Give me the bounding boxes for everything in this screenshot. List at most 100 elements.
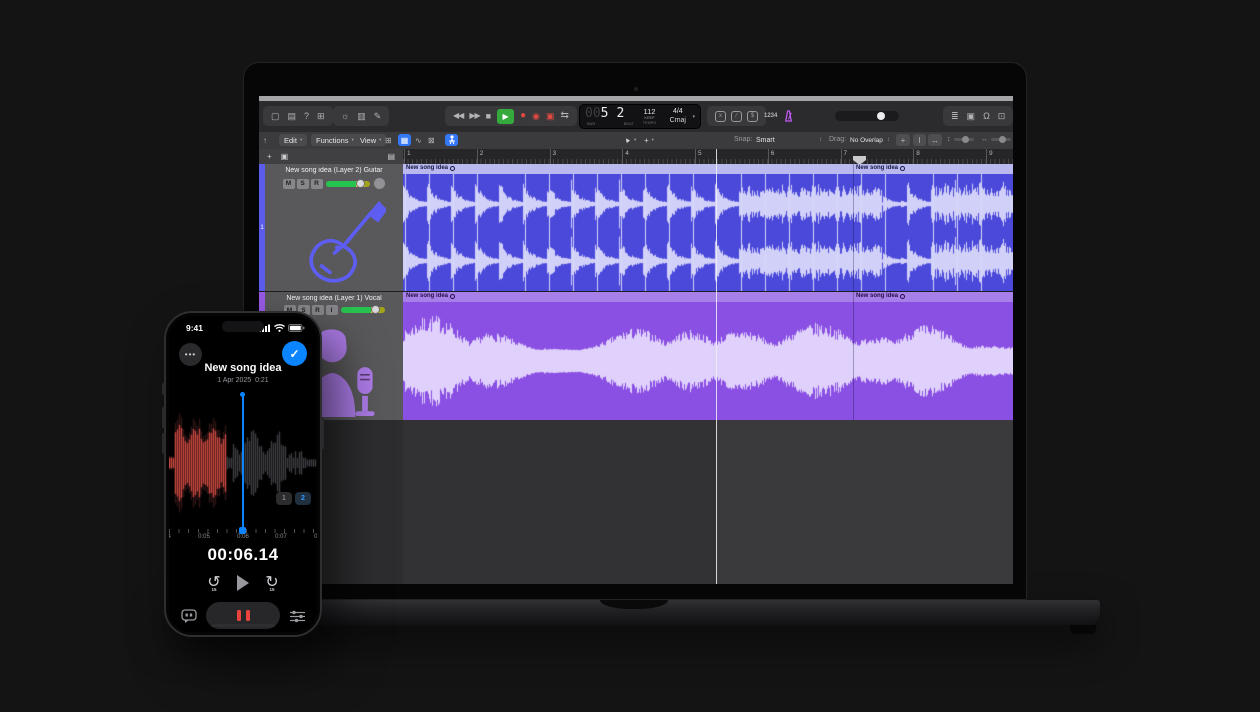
home-indicator[interactable] <box>211 624 275 627</box>
play-button[interactable] <box>237 575 249 591</box>
grid-view-icon[interactable]: ⊞ <box>385 134 392 146</box>
layer-1-button[interactable]: 1 <box>276 492 292 505</box>
master-volume-slider[interactable] <box>835 111 899 121</box>
view-menu[interactable]: View▾ <box>355 134 386 146</box>
settings-icon[interactable]: ☼ <box>341 112 349 121</box>
track-2-region-strip[interactable]: New song idea New song idea <box>403 292 1013 302</box>
note-pads-icon[interactable]: ▣ <box>967 112 976 121</box>
track-1-header[interactable]: New song idea (Layer 2) Guitar MSR <box>265 164 403 291</box>
volume-knob[interactable] <box>877 112 885 120</box>
stop-button[interactable]: ■ <box>486 112 491 121</box>
forward-button[interactable]: ▶▶ <box>469 112 479 120</box>
back-arrow-icon[interactable]: ↑ <box>263 134 267 146</box>
fit-zoom-icon[interactable]: ↔ <box>928 134 942 146</box>
options-sliders-button[interactable] <box>287 606 307 626</box>
horizontal-zoom-slider[interactable]: ↔ <box>981 136 1011 143</box>
volume-up-button[interactable] <box>162 407 165 428</box>
rewind-button[interactable]: ◀◀ <box>453 112 463 120</box>
track-1-title: New song idea (Layer 2) Guitar <box>265 167 403 174</box>
list-editors-icon[interactable]: ≣ <box>951 112 959 121</box>
track-1-pan-knob[interactable] <box>373 177 386 190</box>
track-i-button[interactable]: I <box>326 305 338 315</box>
autopunch-icon[interactable]: ∕ <box>731 111 742 122</box>
track-r-button[interactable]: R <box>311 179 323 189</box>
add-track-button[interactable]: + <box>267 152 272 161</box>
duplicate-track-button[interactable]: ▣ <box>281 152 289 161</box>
skip-back-15-button[interactable]: ↺ 15 <box>203 572 225 594</box>
apple-loops-icon[interactable]: Ω <box>983 112 990 121</box>
autoscroll-icon[interactable]: + <box>896 134 910 146</box>
snap-dropdown[interactable]: Smart ↕ <box>753 134 825 146</box>
quick-help-icon[interactable]: ? <box>304 112 309 121</box>
region-label[interactable]: New song idea <box>406 293 455 299</box>
pointer-tool-menu[interactable]: ▲ ▾ <box>619 134 641 146</box>
lcd-dim-digits: 00 <box>585 107 601 120</box>
automation-icon[interactable]: ∿ <box>415 134 422 146</box>
count-in-button[interactable]: 1234 <box>764 113 777 119</box>
play-button[interactable]: ▶ <box>497 109 514 124</box>
track-r-button[interactable]: R <box>312 305 324 315</box>
action-button[interactable] <box>162 383 165 395</box>
track-s-button[interactable]: S <box>297 179 309 189</box>
memo-subtitle: 1 Apr 2025 0:21 <box>169 377 317 384</box>
drag-dropdown[interactable]: No Overlap ↕ <box>847 134 893 146</box>
catch-playhead-icon[interactable] <box>445 134 458 146</box>
skip-forward-15-button[interactable]: ↻ 15 <box>261 572 283 594</box>
capture-recording-button[interactable]: ◉ <box>532 112 540 121</box>
camera-icon <box>634 87 638 91</box>
view-menu-label: View <box>360 136 376 145</box>
command-tool-menu[interactable]: + ▾ <box>639 134 659 146</box>
volume-knob[interactable] <box>356 179 365 188</box>
arrange-empty-area[interactable] <box>716 420 1013 584</box>
chevron-down-icon[interactable]: ▾ <box>692 114 695 120</box>
regions-view-icon[interactable]: ▦ <box>398 134 411 146</box>
region-label[interactable]: New song idea <box>856 165 905 171</box>
workspaces-icon[interactable]: ▢ <box>271 112 280 121</box>
inspector-icon[interactable]: ⊞ <box>317 112 325 121</box>
bar-ruler[interactable]: 123456789 <box>403 149 1013 164</box>
edit-menu[interactable]: Edit▾ <box>279 134 307 146</box>
browsers-icon[interactable]: ⊡ <box>998 112 1006 121</box>
region-label[interactable]: New song idea <box>406 165 455 171</box>
scene: ▢ ▤ ? ⊞ ☼ ▥ ✎ ◀◀ ▶▶ ■ ▶ ● ◉ ▣ <box>0 0 1260 712</box>
replace-button[interactable]: ▣ <box>546 112 555 121</box>
horizontal-zoom-icon: ↔ <box>981 136 988 143</box>
track-2-waveform-region[interactable] <box>403 302 1013 420</box>
playback-controls: ↺ 15 ↻ 15 <box>169 572 317 596</box>
cycle-button[interactable]: ⇆ <box>560 111 568 121</box>
phone-playhead-line[interactable] <box>242 396 244 529</box>
time-ruler[interactable]: 0:040:050:060:070:08 <box>169 529 317 542</box>
lcd-display[interactable]: 0052 BAR BEAT 112 KEEP TEMPO 4/4 <box>579 104 701 129</box>
track-2-title: New song idea (Layer 1) Vocal <box>265 295 403 302</box>
arrange-empty-area[interactable] <box>403 420 716 584</box>
volume-down-button[interactable] <box>162 433 165 454</box>
punch-icon[interactable]: x <box>715 111 726 122</box>
pencil-icon[interactable]: ✎ <box>374 112 382 121</box>
track-2-volume-slider[interactable] <box>341 307 385 313</box>
smart-controls-icon[interactable]: ▥ <box>357 112 366 121</box>
zoom-knob[interactable] <box>962 136 969 143</box>
power-button[interactable] <box>321 417 324 449</box>
marquee-icon[interactable]: ⊠ <box>428 134 435 146</box>
header-options-button[interactable]: ▤ <box>387 152 395 161</box>
layer-2-button[interactable]: 2 <box>295 492 311 505</box>
record-button[interactable]: ● <box>520 111 526 121</box>
transcript-button[interactable] <box>179 606 199 626</box>
track-1-region-strip[interactable]: New song idea New song idea <box>403 164 1013 174</box>
vertical-zoom-slider[interactable]: ↕ <box>947 136 974 143</box>
macbook-screen: ▢ ▤ ? ⊞ ☼ ▥ ✎ ◀◀ ▶▶ ■ ▶ ● ◉ ▣ <box>243 62 1027 600</box>
metronome-icon[interactable] <box>783 110 794 122</box>
playhead-line[interactable] <box>716 149 717 584</box>
track-1-waveform-region[interactable] <box>403 174 1013 291</box>
track-1-volume-slider[interactable] <box>326 181 370 187</box>
chevron-down-icon: ▾ <box>634 137 636 143</box>
zoom-knob[interactable] <box>999 136 1006 143</box>
dynamic-island <box>222 321 264 332</box>
loop-icon <box>900 294 905 299</box>
track-m-button[interactable]: M <box>283 179 295 189</box>
volume-knob[interactable] <box>371 305 380 314</box>
mixer-icon[interactable]: ▤ <box>288 112 297 121</box>
region-label[interactable]: New song idea <box>856 293 905 299</box>
functions-menu[interactable]: Functions▾ <box>311 134 359 146</box>
text-tool-icon[interactable]: I <box>913 134 926 146</box>
